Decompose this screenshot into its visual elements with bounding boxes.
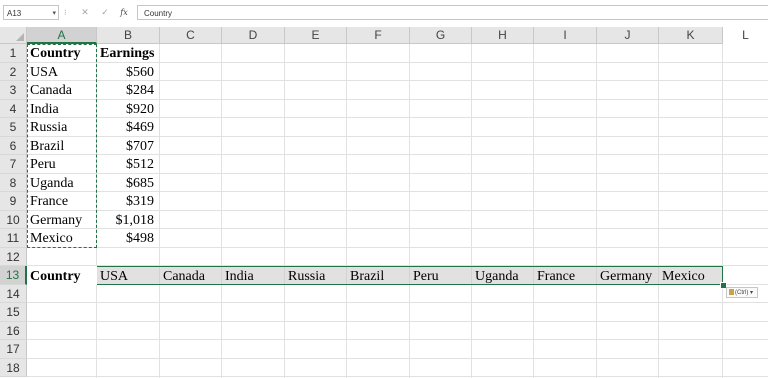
grid-column-line — [533, 44, 534, 378]
column-header-l[interactable]: L — [723, 27, 768, 44]
row-header-13[interactable]: 13 — [0, 266, 27, 285]
transposed-country-cell[interactable]: Germany — [600, 267, 652, 285]
enter-icon[interactable]: ✓ — [98, 5, 112, 20]
grid-column-line — [658, 44, 659, 378]
earnings-cell[interactable]: $319 — [97, 192, 154, 210]
row-header-15[interactable]: 15 — [0, 303, 27, 322]
earnings-cell[interactable]: $685 — [97, 174, 154, 192]
country-cell[interactable]: Peru — [30, 155, 56, 173]
country-cell[interactable]: Russia — [30, 118, 67, 136]
grid-row-line — [27, 357, 768, 359]
column-header-d[interactable]: D — [222, 27, 285, 44]
country-cell[interactable]: Canada — [30, 81, 72, 99]
column-header-f[interactable]: F — [347, 27, 410, 44]
formula-bar: A13 ▾ ⁝ ✕ ✓ fx Country — [0, 0, 768, 28]
country-cell[interactable]: France — [30, 192, 68, 210]
row-header-12[interactable]: 12 — [0, 247, 27, 266]
earnings-cell[interactable]: $498 — [97, 229, 154, 247]
earnings-cell[interactable]: $284 — [97, 81, 154, 99]
earnings-cell[interactable]: $920 — [97, 100, 154, 118]
row-header-2[interactable]: 2 — [0, 62, 27, 81]
paste-options-label: (Ctrl) — [735, 290, 749, 296]
row-header-1[interactable]: 1 — [0, 44, 27, 63]
grid-column-line — [471, 44, 472, 378]
clipboard-icon — [729, 289, 734, 295]
column-header-k[interactable]: K — [659, 27, 723, 44]
transposed-country-cell[interactable]: USA — [100, 267, 128, 285]
grid-column-line — [409, 44, 410, 378]
country-cell[interactable]: India — [30, 100, 59, 118]
country-cell[interactable]: Uganda — [30, 174, 74, 192]
country-cell[interactable]: USA — [30, 63, 58, 81]
grid-column-line — [596, 44, 597, 378]
grid-row-line — [27, 376, 768, 377]
name-box-value: A13 — [7, 9, 22, 18]
grid-column-line — [722, 44, 723, 378]
column-header-c[interactable]: C — [160, 27, 222, 44]
transposed-country-cell[interactable]: Brazil — [350, 267, 384, 285]
header-earnings[interactable]: Earnings — [100, 44, 154, 62]
grid-column-line — [346, 44, 347, 378]
row-header-3[interactable]: 3 — [0, 81, 27, 100]
column-header-e[interactable]: E — [285, 27, 347, 44]
grid-column-line — [221, 44, 222, 378]
earnings-cell[interactable]: $560 — [97, 63, 154, 81]
row-header-4[interactable]: 4 — [0, 99, 27, 118]
row-header-5[interactable]: 5 — [0, 118, 27, 137]
transposed-country-cell[interactable]: Canada — [163, 267, 205, 285]
earnings-cell[interactable]: $512 — [97, 155, 154, 173]
row-header-10[interactable]: 10 — [0, 210, 27, 229]
grid-row-line — [27, 302, 768, 303]
chevron-down-icon[interactable]: ▾ — [52, 6, 56, 21]
column-header-a[interactable]: A — [27, 27, 97, 44]
separator-icon: ⁝ — [64, 8, 67, 17]
transposed-country-cell[interactable]: France — [537, 267, 575, 285]
insert-function-icon[interactable]: fx — [117, 5, 131, 20]
transposed-country-cell[interactable]: Mexico — [662, 267, 705, 285]
column-header-h[interactable]: H — [472, 27, 534, 44]
row-header-18[interactable]: 18 — [0, 358, 27, 377]
column-headers: ABCDEFGHIJKL — [0, 27, 768, 44]
header-country[interactable]: Country — [30, 44, 81, 62]
column-header-j[interactable]: J — [597, 27, 659, 44]
grid-column-line — [159, 44, 160, 378]
row-header-11[interactable]: 11 — [0, 229, 27, 248]
grid-row-line — [27, 339, 768, 340]
grid-column-line — [284, 44, 285, 378]
column-header-g[interactable]: G — [410, 27, 472, 44]
country-cell[interactable]: Mexico — [30, 229, 73, 247]
cancel-icon[interactable]: ✕ — [78, 5, 92, 20]
row-header-14[interactable]: 14 — [0, 284, 27, 303]
grid-row-line — [27, 320, 768, 322]
chevron-down-icon: ▾ — [750, 290, 754, 296]
earnings-cell[interactable]: $469 — [97, 118, 154, 136]
earnings-cell[interactable]: $1,018 — [97, 211, 155, 229]
select-all-button[interactable] — [0, 27, 27, 44]
paste-options-button[interactable]: (Ctrl) ▾ — [726, 287, 758, 298]
row-header-6[interactable]: 6 — [0, 136, 27, 155]
transposed-country-cell[interactable]: Russia — [288, 267, 325, 285]
transposed-country-cell[interactable]: Uganda — [475, 267, 519, 285]
spreadsheet-grid[interactable]: ABCDEFGHIJKL 1 2 3 4 5 6 7 8 9 10 11 12 13 14 15 16 17 18… — [0, 27, 768, 378]
name-box[interactable]: A13 ▾ — [3, 5, 59, 20]
row-header-7[interactable]: 7 — [0, 155, 27, 174]
transposed-country-cell[interactable]: India — [225, 267, 254, 285]
formula-input[interactable]: Country — [137, 5, 768, 20]
row-header-16[interactable]: 16 — [0, 321, 27, 340]
row-header-17[interactable]: 17 — [0, 340, 27, 359]
column-header-b[interactable]: B — [97, 27, 160, 44]
column-header-i[interactable]: I — [534, 27, 597, 44]
earnings-cell[interactable]: $707 — [97, 137, 154, 155]
row-header-9[interactable]: 9 — [0, 192, 27, 211]
transposed-header-cell[interactable]: Country — [30, 267, 81, 285]
country-cell[interactable]: Brazil — [30, 137, 64, 155]
transposed-country-cell[interactable]: Peru — [413, 267, 439, 285]
row-header-8[interactable]: 8 — [0, 173, 27, 192]
country-cell[interactable]: Germany — [30, 211, 82, 229]
